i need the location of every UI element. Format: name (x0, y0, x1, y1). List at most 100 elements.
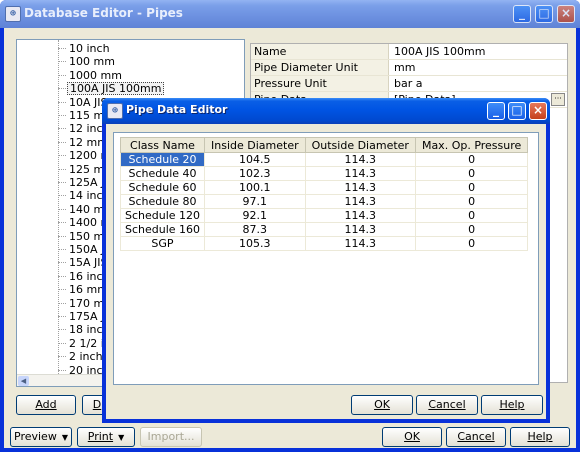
maximize-icon[interactable]: □ (535, 5, 553, 23)
table-cell[interactable]: 114.3 (304, 180, 416, 195)
pipe-data-editor-dialog: ⊕ Pipe Data Editor _ □ × Class Name Insi… (102, 98, 550, 423)
ellipsis-icon[interactable]: ··· (551, 93, 565, 106)
tree-connector (58, 262, 66, 264)
dialog-client: Class Name Inside Diameter Outside Diame… (106, 124, 546, 419)
property-row[interactable]: Pipe Diameter Unit mm (251, 60, 567, 76)
table-row[interactable]: Schedule 120 92.1 114.3 0 (120, 208, 529, 223)
table-row[interactable]: SGP 105.3 114.3 0 (120, 236, 529, 251)
tree-connector (58, 222, 66, 224)
minimize-icon[interactable]: _ (513, 5, 531, 23)
table-cell[interactable]: Schedule 160 (120, 222, 205, 237)
window-title: Database Editor - Pipes (24, 6, 183, 20)
table-cell[interactable]: 114.3 (304, 236, 416, 251)
property-value[interactable]: mm (391, 60, 415, 75)
dialog-help-button[interactable]: Help (481, 395, 543, 415)
tree-connector (58, 182, 66, 183)
table-cell[interactable]: 0 (414, 236, 529, 251)
property-name: Pipe Diameter Unit (251, 60, 389, 75)
table-cell[interactable]: 114.3 (304, 152, 416, 167)
column-header[interactable]: Class Name (120, 137, 205, 153)
table-cell[interactable]: 114.3 (304, 208, 416, 223)
property-row[interactable]: Pressure Unit bar a (251, 76, 567, 92)
tree-item-label: 100 mm (69, 55, 115, 69)
table-cell[interactable]: Schedule 20 (120, 152, 205, 167)
tree-connector (58, 342, 66, 344)
preview-button[interactable]: Preview ▼ (10, 427, 72, 447)
tree-item-label: 2 inch (69, 350, 103, 364)
table-cell[interactable]: 114.3 (304, 194, 416, 209)
dialog-titlebar[interactable]: ⊕ Pipe Data Editor _ □ × (102, 98, 550, 124)
tree-connector (58, 208, 66, 210)
tree-item-label: 10 inch (69, 42, 110, 55)
column-header[interactable]: Max. Op. Pressure (414, 137, 529, 153)
table-cell[interactable]: Schedule 40 (120, 166, 205, 181)
database-icon: ⊕ (107, 103, 123, 119)
dropdown-arrow-icon: ▼ (118, 433, 125, 442)
table-row[interactable]: Schedule 80 97.1 114.3 0 (120, 194, 529, 209)
close-icon[interactable]: × (529, 102, 547, 120)
table-cell[interactable]: Schedule 60 (120, 180, 205, 195)
table-row[interactable]: Schedule 20 104.5 114.3 0 (120, 152, 529, 167)
dialog-cancel-button[interactable]: Cancel (416, 395, 478, 415)
cancel-button[interactable]: Cancel (446, 427, 506, 447)
close-icon[interactable]: × (557, 5, 575, 23)
tree-connector (58, 289, 66, 291)
ok-button[interactable]: OK (382, 427, 442, 447)
import-button[interactable]: Import... (140, 427, 202, 447)
property-value[interactable]: bar a (391, 76, 422, 91)
table-cell[interactable]: 0 (414, 208, 529, 223)
tree-connector (58, 155, 66, 157)
table-cell[interactable]: Schedule 80 (120, 194, 205, 209)
table-row[interactable]: Schedule 40 102.3 114.3 0 (120, 166, 529, 181)
table-row[interactable]: Schedule 160 87.3 114.3 0 (120, 222, 529, 237)
table-cell[interactable]: 114.3 (304, 222, 416, 237)
tree-connector (58, 74, 66, 76)
column-header[interactable]: Outside Diameter (304, 137, 416, 153)
tree-item-label: 1000 mm (69, 68, 122, 82)
table-cell[interactable]: 105.3 (204, 236, 306, 251)
tree-connector (58, 316, 66, 317)
add-button[interactable]: Add (16, 395, 76, 415)
database-icon: ⊕ (5, 6, 21, 22)
scroll-left-icon[interactable]: ◀ (18, 376, 29, 386)
pipe-data-table: Class Name Inside Diameter Outside Diame… (120, 137, 529, 251)
main-titlebar[interactable]: ⊕ Database Editor - Pipes _ □ × (0, 0, 580, 28)
tree-connector (58, 302, 66, 304)
property-name: Name (251, 44, 389, 59)
table-header-row: Class Name Inside Diameter Outside Diame… (120, 137, 529, 153)
table-cell[interactable]: 0 (414, 222, 529, 237)
table-cell[interactable]: 104.5 (204, 152, 306, 167)
table-cell[interactable]: 92.1 (204, 208, 306, 223)
tree-connector (58, 115, 66, 116)
tree-connector (58, 329, 66, 331)
table-cell[interactable]: 0 (414, 194, 529, 209)
property-value[interactable]: 100A JIS 100mm (391, 44, 485, 59)
print-button[interactable]: Print ▼ (77, 427, 135, 447)
table-cell[interactable]: 100.1 (204, 180, 306, 195)
minimize-icon[interactable]: _ (487, 102, 505, 120)
table-cell[interactable]: 114.3 (304, 166, 416, 181)
tree-connector (58, 141, 66, 143)
dialog-ok-button[interactable]: OK (351, 395, 413, 415)
property-row[interactable]: Name 100A JIS 100mm (251, 44, 567, 60)
table-cell[interactable]: 0 (414, 180, 529, 195)
table-cell[interactable]: Schedule 120 (120, 208, 205, 223)
table-cell[interactable]: 87.3 (204, 222, 306, 237)
table-cell[interactable]: 102.3 (204, 166, 306, 181)
table-cell[interactable]: 0 (414, 152, 529, 167)
table-cell[interactable]: 97.1 (204, 194, 306, 209)
column-header[interactable]: Inside Diameter (204, 137, 306, 153)
table-body: Schedule 20 104.5 114.3 0 Schedule 40 102.3 11… (120, 152, 529, 251)
tree-connector (58, 128, 66, 130)
tree-connector (58, 195, 66, 197)
table-cell[interactable]: 0 (414, 166, 529, 181)
tree-connector (58, 356, 66, 358)
dropdown-arrow-icon: ▼ (61, 433, 68, 442)
tree-connector (58, 61, 66, 63)
maximize-icon[interactable]: □ (508, 102, 526, 120)
table-cell[interactable]: SGP (120, 236, 205, 251)
pipe-data-grid[interactable]: Class Name Inside Diameter Outside Diame… (113, 132, 539, 385)
table-row[interactable]: Schedule 60 100.1 114.3 0 (120, 180, 529, 195)
tree-item-label: 100A JIS 100mm (67, 82, 165, 96)
help-button[interactable]: Help (510, 427, 570, 447)
